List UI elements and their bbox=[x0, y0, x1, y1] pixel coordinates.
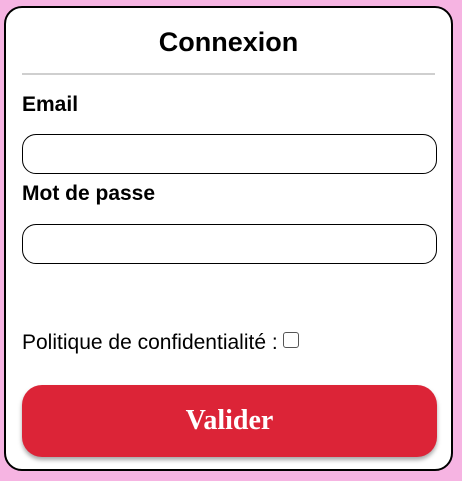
privacy-label: Politique de confidentialité : bbox=[22, 331, 278, 354]
title-divider bbox=[22, 73, 435, 75]
password-field[interactable] bbox=[22, 224, 437, 264]
login-card: Connexion Email Mot de passe Politique d… bbox=[4, 6, 453, 471]
form-title: Connexion bbox=[158, 27, 299, 57]
submit-button[interactable]: Valider bbox=[22, 385, 437, 457]
email-label: Email bbox=[22, 93, 79, 116]
privacy-checkbox[interactable] bbox=[282, 332, 299, 348]
email-field[interactable] bbox=[22, 134, 437, 174]
password-label: Mot de passe bbox=[22, 182, 156, 205]
privacy-row: Politique de confidentialité : bbox=[22, 330, 299, 356]
